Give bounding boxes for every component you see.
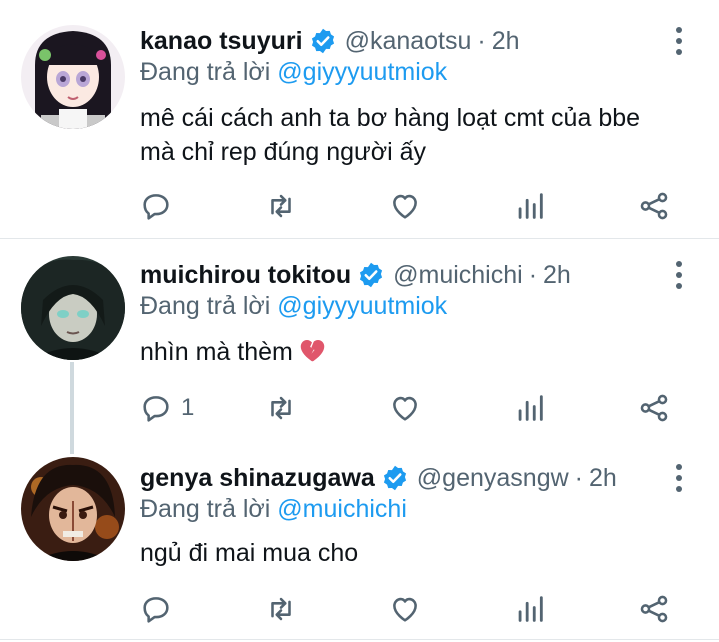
reply-icon <box>143 597 169 623</box>
divider <box>0 639 719 640</box>
share-icon <box>640 394 668 422</box>
like-button[interactable] <box>388 186 422 226</box>
analytics-button[interactable] <box>513 388 547 428</box>
share-button[interactable] <box>637 186 671 226</box>
like-icon <box>393 597 417 622</box>
tweet-text: mê cái cách anh ta bơ hàng loạt cmt của … <box>140 104 641 166</box>
display-name[interactable]: kanao tsuyuri <box>140 27 303 56</box>
retweet-button[interactable] <box>264 186 298 226</box>
timestamp[interactable]: 2h <box>492 27 520 56</box>
verified-badge-icon <box>360 262 383 288</box>
retweet-icon <box>271 194 291 218</box>
reply-count: 1 <box>181 394 195 421</box>
replying-label: Đang trả lời <box>140 495 271 523</box>
action-bar: 1 <box>0 388 719 428</box>
more-options-icon[interactable] <box>669 464 689 492</box>
analytics-icon <box>518 596 543 622</box>
replying-to: Đang trả lời @giyyyuutmiok <box>140 292 447 321</box>
action-bar <box>0 589 719 629</box>
handle[interactable]: @genyasngw <box>417 464 569 493</box>
like-icon <box>393 194 417 219</box>
retweet-button[interactable] <box>264 589 298 629</box>
action-bar <box>0 186 719 226</box>
reply-button[interactable]: 1 <box>139 388 194 428</box>
share-button[interactable] <box>637 388 671 428</box>
reply-icon <box>143 194 169 220</box>
retweet-icon <box>271 597 291 621</box>
reply-icon <box>143 396 169 422</box>
separator-dot: · <box>574 463 583 492</box>
tweet[interactable]: kanao tsuyuri @kanaotsu · 2h Đang trả lờ… <box>0 0 719 238</box>
timestamp[interactable]: 2h <box>543 261 571 290</box>
separator-dot: · <box>528 260 538 289</box>
share-icon <box>640 192 668 220</box>
tweet-text-content: nhìn mà thèm <box>140 338 293 366</box>
share-icon <box>640 595 668 623</box>
like-icon <box>393 396 417 421</box>
verified-badge-icon <box>383 465 406 491</box>
like-button[interactable] <box>388 589 422 629</box>
analytics-icon <box>518 395 543 421</box>
tweet[interactable]: muichirou tokitou @muichichi · 2h Đang t… <box>0 239 719 449</box>
display-name[interactable]: genya shinazugawa <box>140 464 375 493</box>
kanao-avatar <box>21 25 125 129</box>
handle[interactable]: @muichichi <box>393 261 523 290</box>
muichirou-avatar <box>21 256 125 360</box>
more-options-icon[interactable] <box>669 261 689 289</box>
mention-link[interactable]: @giyyyuutmiok <box>277 292 447 320</box>
tweet-header: kanao tsuyuri @kanaotsu · 2h <box>140 24 520 58</box>
avatar[interactable] <box>21 457 125 561</box>
broken-heart-icon <box>300 340 325 362</box>
verified-badge-icon <box>311 28 334 54</box>
avatar[interactable] <box>21 25 125 129</box>
analytics-button[interactable] <box>513 186 547 226</box>
tweet-header: genya shinazugawa @genyasngw · 2h <box>140 461 617 495</box>
reply-button[interactable] <box>139 186 181 226</box>
retweet-icon <box>271 396 291 420</box>
genya-avatar <box>21 457 125 561</box>
separator-dot: · <box>477 26 486 55</box>
retweet-button[interactable] <box>264 388 298 428</box>
mention-link[interactable]: @giyyyuutmiok <box>277 58 447 86</box>
reply-button[interactable] <box>139 589 181 629</box>
replying-to: Đang trả lời @muichichi <box>140 495 407 524</box>
replying-label: Đang trả lời <box>140 58 271 86</box>
like-button[interactable] <box>388 388 422 428</box>
replying-to: Đang trả lời @giyyyuutmiok <box>140 58 447 87</box>
avatar[interactable] <box>21 256 125 360</box>
timestamp[interactable]: 2h <box>589 464 617 493</box>
analytics-icon <box>518 193 543 219</box>
tweet[interactable]: genya shinazugawa @genyasngw · 2h Đang t… <box>0 449 719 639</box>
handle[interactable]: @kanaotsu <box>345 27 472 56</box>
share-button[interactable] <box>637 589 671 629</box>
tweet-text: ngủ đi mai mua cho <box>140 539 359 567</box>
analytics-button[interactable] <box>513 589 547 629</box>
tweet-text: nhìn mà thèm <box>140 335 680 369</box>
replying-label: Đang trả lời <box>140 292 271 320</box>
tweet-header: muichirou tokitou @muichichi · 2h <box>140 258 571 292</box>
more-options-icon[interactable] <box>669 27 689 55</box>
display-name[interactable]: muichirou tokitou <box>140 261 351 290</box>
mention-link[interactable]: @muichichi <box>277 495 407 523</box>
